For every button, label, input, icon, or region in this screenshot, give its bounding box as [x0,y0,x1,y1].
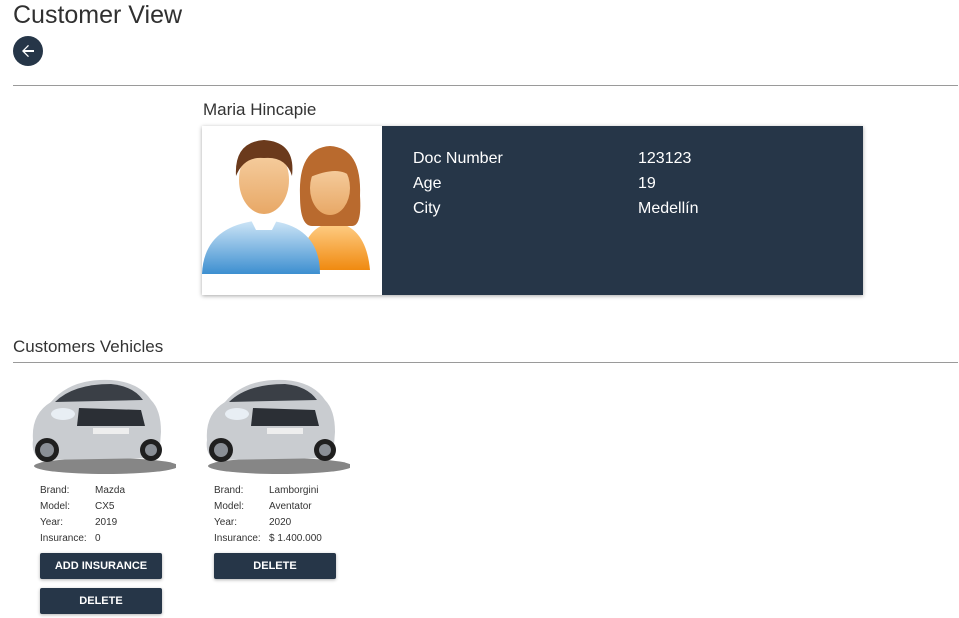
vehicle-brand-row: Brand: Mazda [40,483,176,499]
year-value: 2020 [269,517,292,528]
doc-number-label: Doc Number [413,150,503,167]
brand-value: Mazda [95,485,126,496]
car-icon [206,379,352,474]
insurance-value: $ 1.400.000 [269,533,322,544]
vehicle-year-row: Year: 2019 [40,515,176,531]
delete-button[interactable]: DELETE [40,588,162,614]
city-label: City [413,200,441,217]
vehicle-model-row: Model: CX5 [40,499,176,515]
customers-icon [202,140,370,274]
vehicle-model-row: Model: Aventator [214,499,350,515]
customer-avatar [202,126,382,295]
customer-name: Maria Hincapie [203,100,317,119]
add-insurance-button[interactable]: ADD INSURANCE [40,553,162,579]
insurance-label: Insurance: [40,533,87,544]
vehicles-divider [13,362,958,363]
model-value: Aventator [269,501,312,512]
customer-info-panel: Doc Number 123123 Age 19 City Medellín [382,126,863,295]
year-label: Year: [40,517,63,528]
insurance-label: Insurance: [214,533,261,544]
model-label: Model: [214,501,245,512]
arrow-left-icon [22,45,34,57]
vehicle-card: Brand: Mazda Model: CX5 Year: 2019 Insuranc… [21,370,178,547]
vehicle-image [21,370,178,478]
vehicle-insurance-row: Insurance: 0 [40,531,176,547]
vehicle-details: Brand: Lamborgini Model: Aventator Year: 20… [195,478,350,547]
age-value: 19 [638,175,656,192]
info-row-city: City Medellín [413,196,863,221]
brand-label: Brand: [214,485,244,496]
age-label: Age [413,175,442,192]
vehicle-card: Brand: Lamborgini Model: Aventator Year: 20… [195,370,352,547]
vehicle-details: Brand: Mazda Model: CX5 Year: 2019 Insuranc… [21,478,176,547]
model-label: Model: [40,501,71,512]
model-value: CX5 [95,501,115,512]
city-value: Medellín [638,200,699,217]
header-divider [13,85,958,86]
vehicle-year-row: Year: 2020 [214,515,350,531]
car-icon [32,379,178,474]
vehicles-section-title: Customers Vehicles [13,337,164,356]
year-label: Year: [214,517,237,528]
info-row-age: Age 19 [413,171,863,196]
brand-value: Lamborgini [269,485,319,496]
back-button[interactable] [13,36,43,66]
brand-label: Brand: [40,485,70,496]
insurance-value: 0 [95,533,101,544]
delete-button[interactable]: DELETE [214,553,336,579]
doc-number-value: 123123 [638,150,692,167]
year-value: 2019 [95,517,118,528]
vehicle-image [195,370,352,478]
vehicle-brand-row: Brand: Lamborgini [214,483,350,499]
info-row-doc-number: Doc Number 123123 [413,146,863,171]
customer-card: Doc Number 123123 Age 19 City Medellín [202,126,863,295]
vehicle-insurance-row: Insurance: $ 1.400.000 [214,531,350,547]
page-title: Customer View [13,1,183,29]
